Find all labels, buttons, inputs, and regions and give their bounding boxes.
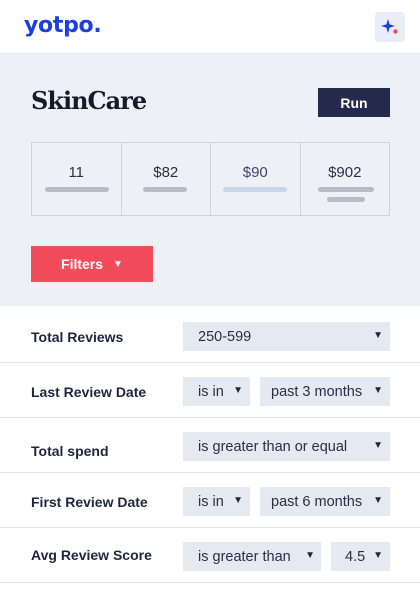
- stat-bar: [317, 187, 374, 192]
- sparkle-icon: [381, 19, 398, 34]
- top-bar: yotpo.: [0, 0, 420, 54]
- filter-row-avg-review-score: Avg Review Score is greater than ▼ 4.5 ▼: [0, 528, 420, 583]
- select-value: is in: [198, 493, 224, 510]
- first-review-operator-select[interactable]: is in ▼: [183, 487, 250, 516]
- stat-value: $82: [153, 164, 179, 181]
- last-review-operator-select[interactable]: is in ▼: [183, 377, 250, 406]
- avg-score-operator-select[interactable]: is greater than ▼: [183, 542, 321, 571]
- run-button[interactable]: Run: [318, 88, 390, 117]
- filter-label: Avg Review Score: [31, 547, 152, 563]
- stat-card: $82: [122, 143, 211, 215]
- stat-bar: [326, 197, 365, 202]
- caret-down-icon: ▼: [113, 258, 123, 270]
- stats-summary: 11 $82 $90 $902: [31, 142, 390, 216]
- last-review-range-select[interactable]: past 3 months ▼: [260, 377, 390, 406]
- yotpo-logo[interactable]: yotpo.: [24, 13, 102, 38]
- stat-bar: [45, 187, 109, 192]
- chevron-down-icon: ▼: [373, 440, 383, 451]
- chevron-down-icon: ▼: [373, 495, 383, 506]
- chevron-down-icon: ▼: [305, 550, 315, 561]
- select-value: 250-599: [198, 328, 252, 345]
- filter-label: First Review Date: [31, 494, 148, 510]
- stat-bar: [142, 187, 187, 192]
- filter-row-total-spend: Total spend is greater than or equal ▼: [0, 418, 420, 473]
- first-review-range-select[interactable]: past 6 months ▼: [260, 487, 390, 516]
- stat-value: $902: [328, 164, 362, 181]
- select-value: is greater than: [198, 548, 291, 565]
- filter-label: Total Reviews: [31, 329, 124, 345]
- avg-score-value-select[interactable]: 4.5 ▼: [331, 542, 390, 571]
- select-value: is in: [198, 383, 224, 400]
- stat-bar: [223, 187, 287, 192]
- chevron-down-icon: ▼: [373, 330, 383, 341]
- filter-label: Last Review Date: [31, 384, 147, 400]
- filter-row-total-reviews: Total Reviews 250-599 ▼: [0, 308, 420, 363]
- total-reviews-select[interactable]: 250-599 ▼: [183, 322, 390, 351]
- stat-value: $90: [242, 164, 268, 181]
- filter-row-last-review-date: Last Review Date is in ▼ past 3 months ▼: [0, 363, 420, 418]
- total-spend-operator-select[interactable]: is greater than or equal ▼: [183, 432, 390, 461]
- select-value: past 3 months: [271, 383, 363, 400]
- filter-row-first-review-date: First Review Date is in ▼ past 6 months …: [0, 473, 420, 528]
- chevron-down-icon: ▼: [233, 495, 243, 506]
- chevron-down-icon: ▼: [233, 385, 243, 396]
- chevron-down-icon: ▼: [373, 550, 383, 561]
- stat-card: 11: [32, 143, 122, 215]
- chevron-down-icon: ▼: [373, 385, 383, 396]
- stat-card: $902: [301, 143, 390, 215]
- brand-name: SkinCare: [31, 86, 147, 115]
- select-value: is greater than or equal: [198, 438, 348, 455]
- stat-card: $90: [211, 143, 301, 215]
- filters-label: Filters: [61, 256, 104, 272]
- select-value: 4.5: [345, 548, 366, 565]
- stat-value: 11: [68, 164, 85, 181]
- select-value: past 6 months: [271, 493, 363, 510]
- ai-assistant-button[interactable]: [375, 12, 405, 42]
- filters-button[interactable]: Filters ▼: [31, 246, 153, 282]
- filter-label: Total spend: [31, 443, 109, 459]
